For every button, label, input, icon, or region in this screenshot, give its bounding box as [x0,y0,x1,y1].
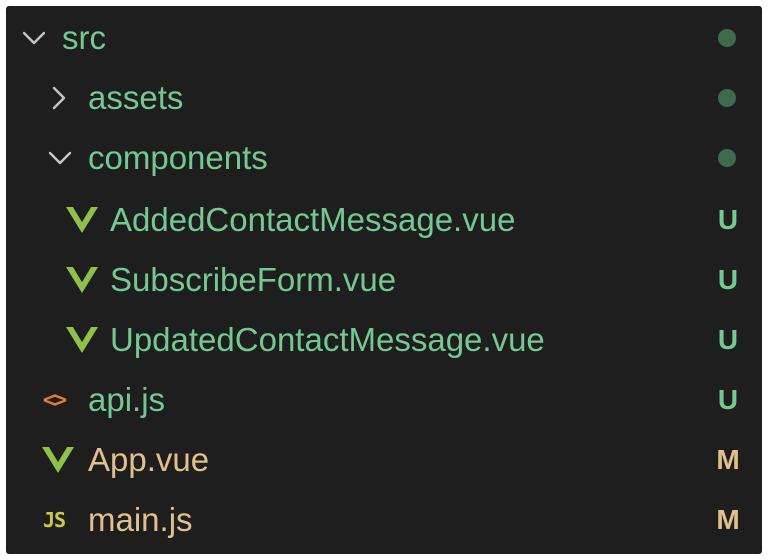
tree-item-src[interactable]: src [6,8,762,68]
git-status-badge: U [717,384,739,415]
tree-item-label: components [88,139,268,176]
tree-item-added-contact-message[interactable]: AddedContactMessage.vue U [6,190,762,250]
tree-item-api-js[interactable]: <> api.js U [6,370,762,430]
tree-item-label: assets [88,79,184,116]
vue-icon [62,250,102,310]
chevron-right-icon[interactable] [44,68,74,128]
git-status-badge: M [716,504,740,535]
tree-item-label: SubscribeForm.vue [110,261,397,298]
tree-item-subscribe-form[interactable]: SubscribeForm.vue U [6,250,762,310]
js-icon: JS [42,508,66,532]
vue-icon [62,310,102,370]
modified-dot-indicator [718,29,736,47]
tree-item-label: App.vue [88,441,210,478]
modified-dot-indicator [718,149,736,167]
git-status-badge: U [717,204,739,235]
file-explorer-tree: src assets components AddedContactMessag… [6,6,762,554]
vue-icon [38,430,78,490]
git-status-badge: U [717,264,739,295]
chevron-down-icon[interactable] [14,8,54,68]
tree-item-app-vue[interactable]: App.vue M [6,430,762,490]
tree-item-label: main.js [88,501,193,538]
tree-item-main-js[interactable]: JS main.js M [6,490,762,550]
git-status-badge: M [716,444,740,475]
tree-item-label: src [62,19,106,56]
code-icon: <> [42,387,68,413]
tree-item-label: UpdatedContactMessage.vue [110,321,545,358]
git-status-badge: U [717,324,739,355]
chevron-down-icon[interactable] [40,128,80,188]
tree-item-components[interactable]: components [6,128,762,188]
tree-item-label: AddedContactMessage.vue [110,201,516,238]
tree-item-updated-contact-message[interactable]: UpdatedContactMessage.vue U [6,310,762,370]
modified-dot-indicator [718,89,736,107]
vue-icon [62,190,102,250]
tree-item-label: api.js [88,381,166,418]
tree-item-assets[interactable]: assets [6,68,762,128]
